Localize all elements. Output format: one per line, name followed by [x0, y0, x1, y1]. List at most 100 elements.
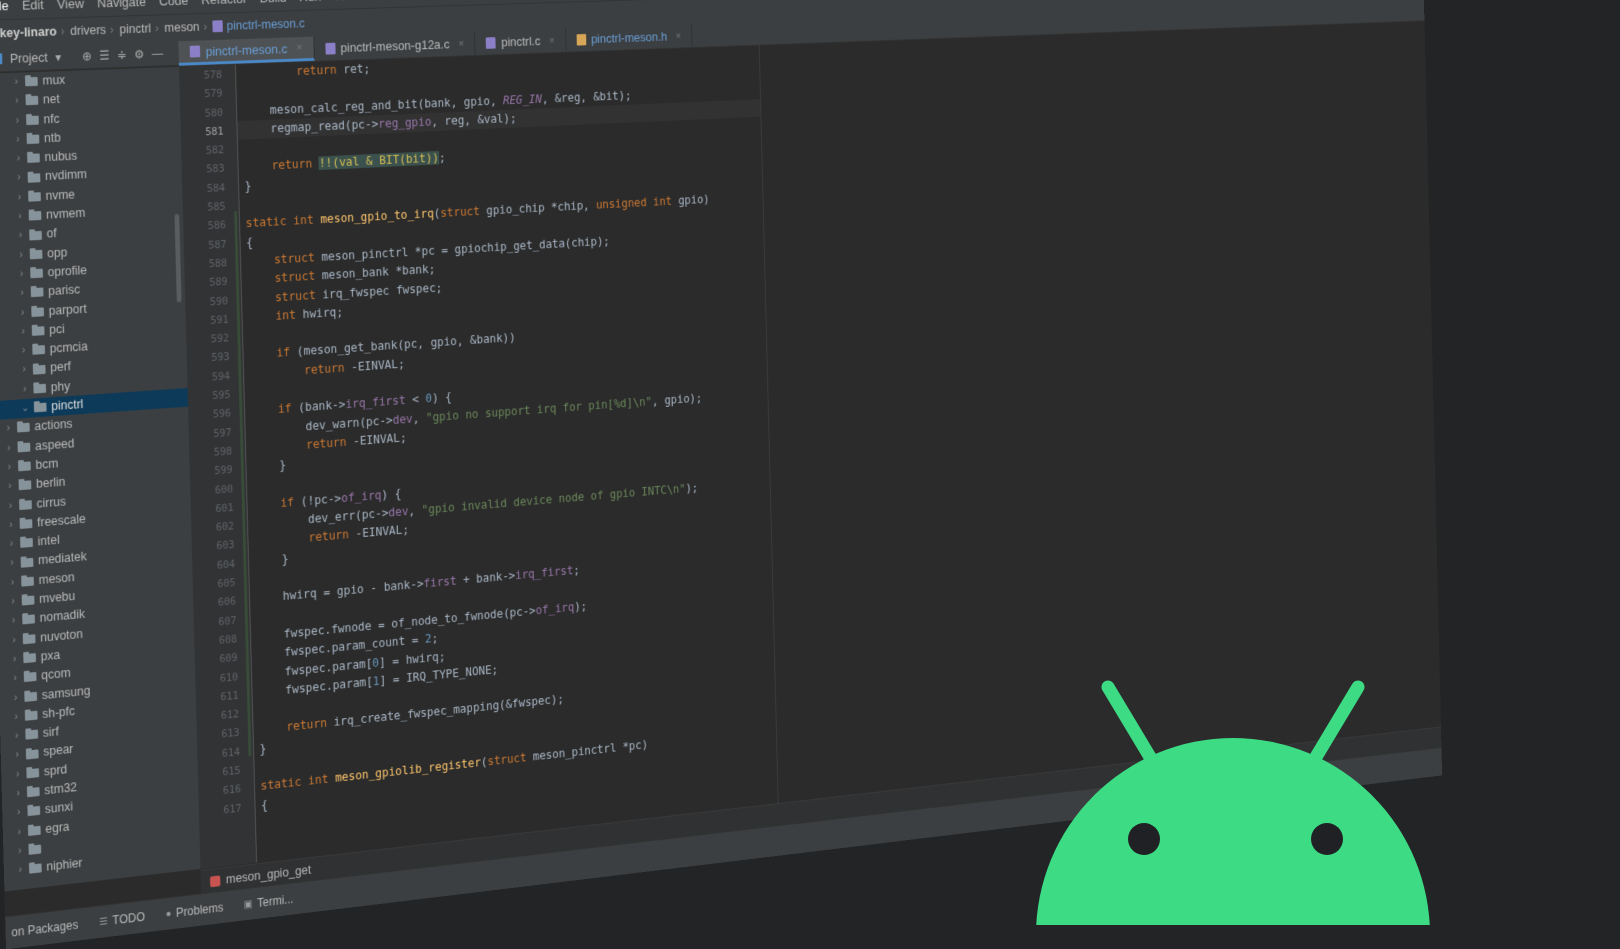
chevron-right-icon[interactable]: › [17, 265, 27, 285]
menu-item-1[interactable]: Edit [22, 0, 44, 12]
tab-label: pinctrl.c [500, 33, 541, 50]
tree-item-label: opp [46, 245, 68, 261]
chevron-right-icon[interactable]: › [13, 765, 23, 785]
chevron-right-icon[interactable]: › [14, 803, 24, 823]
chevron-right-icon[interactable]: › [14, 822, 24, 842]
chevron-right-icon[interactable]: › [11, 707, 21, 727]
chevron-right-icon[interactable]: › [5, 496, 15, 516]
chevron-right-icon[interactable]: › [12, 745, 22, 765]
chevron-right-icon[interactable]: › [10, 650, 20, 670]
folder-icon [28, 211, 42, 221]
breadcrumb-item[interactable]: meson [164, 20, 200, 35]
chevron-right-icon[interactable]: › [10, 669, 20, 689]
terminal-icon: ▣ [243, 898, 253, 911]
locate-icon[interactable]: ⊕ [82, 49, 92, 63]
line-number[interactable]: 579 [179, 84, 235, 105]
code-editor[interactable]: return ret; meson_calc_reg_and_bit(bank,… [235, 45, 782, 863]
chevron-right-icon[interactable]: › [9, 611, 19, 631]
hide-panel-icon[interactable]: — [152, 46, 164, 60]
chevron-down-icon[interactable]: ▾ [55, 50, 61, 64]
chevron-right-icon[interactable]: › [12, 111, 22, 131]
android-head [1036, 738, 1430, 925]
tab-pinctrl-meson-h[interactable]: pinctrl-meson.h × [565, 23, 693, 52]
line-number[interactable]: 581 [181, 121, 237, 142]
menu-item-6[interactable]: Build [260, 0, 287, 5]
chevron-right-icon[interactable]: › [15, 841, 25, 861]
tree-item-label: nvme [45, 187, 76, 203]
chevron-right-icon[interactable]: › [16, 245, 26, 265]
chevron-right-icon[interactable]: › [18, 303, 28, 323]
expand-all-icon[interactable]: ☰ [99, 48, 110, 62]
folder-icon [21, 576, 34, 587]
chevron-right-icon[interactable]: › [14, 188, 24, 208]
chevron-down-icon[interactable]: ⌄ [20, 399, 30, 419]
menu-item-8[interactable]: Tools [334, 0, 362, 3]
menu-item-7[interactable]: Run [299, 0, 321, 4]
chevron-right-icon[interactable]: › [13, 784, 23, 804]
breadcrumb-current-file[interactable]: pinctrl-meson.c [212, 17, 305, 34]
breadcrumb-item[interactable]: pinctrl [119, 22, 151, 37]
close-icon[interactable]: × [675, 30, 681, 41]
chevron-right-icon[interactable]: › [19, 341, 29, 361]
chevron-right-icon[interactable]: › [15, 860, 25, 880]
close-icon[interactable]: × [296, 42, 302, 54]
chevron-right-icon[interactable]: › [19, 360, 29, 380]
menu-item-5[interactable]: Refactor [201, 0, 247, 7]
folder-icon [26, 115, 39, 125]
breadcrumb-item[interactable]: hikey-linaro [0, 25, 57, 41]
tree-item-label: net [42, 92, 60, 107]
folder-icon [23, 653, 37, 664]
chevron-right-icon[interactable]: › [17, 284, 27, 304]
folder-icon [20, 557, 34, 568]
chevron-right-icon[interactable]: › [13, 149, 23, 169]
chevron-right-icon[interactable]: › [4, 458, 14, 478]
menu-item-0[interactable]: File [0, 0, 9, 13]
chevron-right-icon[interactable]: › [18, 322, 28, 342]
chevron-right-icon[interactable]: › [5, 477, 15, 497]
chevron-right-icon[interactable]: › [13, 130, 23, 150]
menu-item-10[interactable]: Window [401, 0, 443, 1]
tool-window-label: Termi... [256, 892, 294, 911]
chevron-right-icon[interactable]: › [7, 573, 17, 593]
chevron-right-icon[interactable]: › [14, 169, 24, 189]
tool-window-button[interactable]: ▣ Termi... [244, 892, 294, 911]
breadcrumb-item[interactable]: drivers [70, 23, 106, 38]
chevron-right-icon[interactable]: › [4, 438, 14, 458]
line-number[interactable]: 580 [180, 102, 236, 123]
chevron-right-icon[interactable]: › [7, 554, 17, 574]
chevron-right-icon[interactable]: › [11, 688, 21, 708]
h-file-icon [576, 33, 587, 46]
chevron-right-icon[interactable]: › [3, 419, 13, 439]
menu-item-9[interactable]: Git [374, 0, 389, 1]
collapse-all-icon[interactable]: ≑ [117, 47, 127, 61]
gear-icon[interactable]: ⚙ [134, 47, 145, 61]
tool-window-button[interactable]: ☰ TODO [99, 910, 145, 929]
tool-window-button[interactable]: on Packages [11, 918, 78, 940]
close-icon[interactable]: × [458, 38, 464, 50]
tree-item-label: sh-pfc [42, 703, 76, 721]
chevron-right-icon[interactable]: › [9, 630, 19, 650]
tree-item-label: pcmcia [49, 339, 88, 356]
chevron-right-icon[interactable]: › [6, 515, 16, 535]
tab-pinctrl-c[interactable]: pinctrl.c × [475, 28, 567, 55]
menu-item-2[interactable]: View [57, 0, 84, 11]
breadcrumb-separator-icon: › [154, 21, 159, 36]
tree-item-label: nvdimm [44, 167, 88, 184]
folder-icon [26, 787, 40, 798]
chevron-right-icon[interactable]: › [11, 73, 21, 93]
close-icon[interactable]: × [549, 35, 555, 47]
chevron-right-icon[interactable]: › [20, 380, 30, 400]
chevron-right-icon[interactable]: › [12, 92, 22, 112]
problems-icon: ● [165, 908, 172, 920]
line-number[interactable]: 578 [179, 65, 235, 86]
chevron-right-icon[interactable]: › [6, 534, 16, 554]
menu-item-4[interactable]: Code [159, 0, 189, 8]
chevron-right-icon[interactable]: › [8, 592, 18, 612]
tab-pinctrl-meson-c[interactable]: pinctrl-meson.c × [178, 36, 315, 66]
chevron-right-icon[interactable]: › [12, 726, 22, 746]
project-view-selector[interactable]: Project [10, 50, 48, 65]
chevron-right-icon[interactable]: › [16, 226, 26, 246]
menu-item-3[interactable]: Navigate [97, 0, 146, 10]
chevron-right-icon[interactable]: › [15, 207, 25, 227]
folder-icon [27, 806, 41, 817]
